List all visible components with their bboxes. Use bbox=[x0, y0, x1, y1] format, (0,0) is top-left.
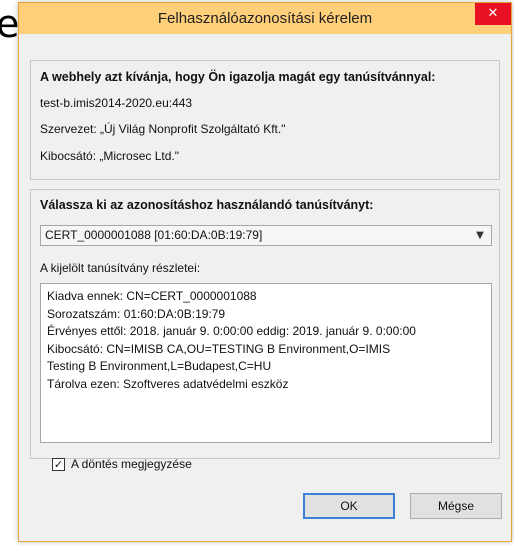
details-label: A kijelölt tanúsítvány részletei: bbox=[40, 261, 201, 275]
site-host: test-b.imis2014-2020.eu:443 bbox=[40, 96, 193, 110]
details-stored-on: Tárolva ezen: Szoftveres adatvédelmi esz… bbox=[47, 376, 289, 391]
close-icon: ✕ bbox=[487, 6, 499, 21]
dialog-title: Felhasználóazonosítási kérelem bbox=[157, 10, 373, 27]
certificate-request-dialog: Felhasználóazonosítási kérelem ✕ A webhe… bbox=[18, 2, 512, 542]
certificate-select[interactable]: CERT_0000001088 [01:60:DA:0B:19:79] ▼ bbox=[40, 225, 492, 246]
site-issuer: Kibocsátó: „Microsec Ltd." bbox=[40, 149, 179, 163]
cancel-button[interactable]: Mégse bbox=[410, 493, 502, 519]
details-issuer-cont: Testing B Environment,L=Budapest,C=HU bbox=[47, 359, 272, 373]
remember-checkbox[interactable]: ✓ bbox=[52, 458, 65, 471]
details-validity: Érvényes ettől: 2018. január 9. 0:00:00 … bbox=[47, 324, 416, 338]
chevron-down-icon[interactable]: ▼ bbox=[469, 226, 491, 245]
certificate-heading: Válassza ki az azonosításhoz használandó… bbox=[40, 198, 374, 212]
details-serial: Sorozatszám: 01:60:DA:0B:19:79 bbox=[47, 306, 226, 321]
certificate-details-box[interactable]: Kiadva ennek: CN=CERT_0000001088 Sorozat… bbox=[40, 283, 492, 443]
certificate-select-group: Válassza ki az azonosításhoz használandó… bbox=[30, 189, 500, 459]
close-button[interactable]: ✕ bbox=[475, 3, 511, 25]
site-organization: Szervezet: „Új Világ Nonprofit Szolgálta… bbox=[40, 122, 286, 136]
certificate-select-value: CERT_0000001088 [01:60:DA:0B:19:79] bbox=[45, 228, 263, 242]
details-issued-to: Kiadva ennek: CN=CERT_0000001088 bbox=[47, 289, 257, 303]
request-info-group: A webhely azt kívánja, hogy Ön igazolja … bbox=[30, 60, 500, 180]
checkmark-icon: ✓ bbox=[53, 458, 64, 471]
ok-button[interactable]: OK bbox=[303, 493, 395, 519]
request-heading: A webhely azt kívánja, hogy Ön igazolja … bbox=[40, 70, 436, 84]
background-text: e bbox=[0, 2, 20, 46]
details-issuer: Kibocsátó: CN=IMISB CA,OU=TESTING B Envi… bbox=[47, 341, 391, 356]
title-bar[interactable]: Felhasználóazonosítási kérelem ✕ bbox=[19, 3, 511, 34]
remember-label[interactable]: A döntés megjegyzése bbox=[71, 457, 192, 471]
